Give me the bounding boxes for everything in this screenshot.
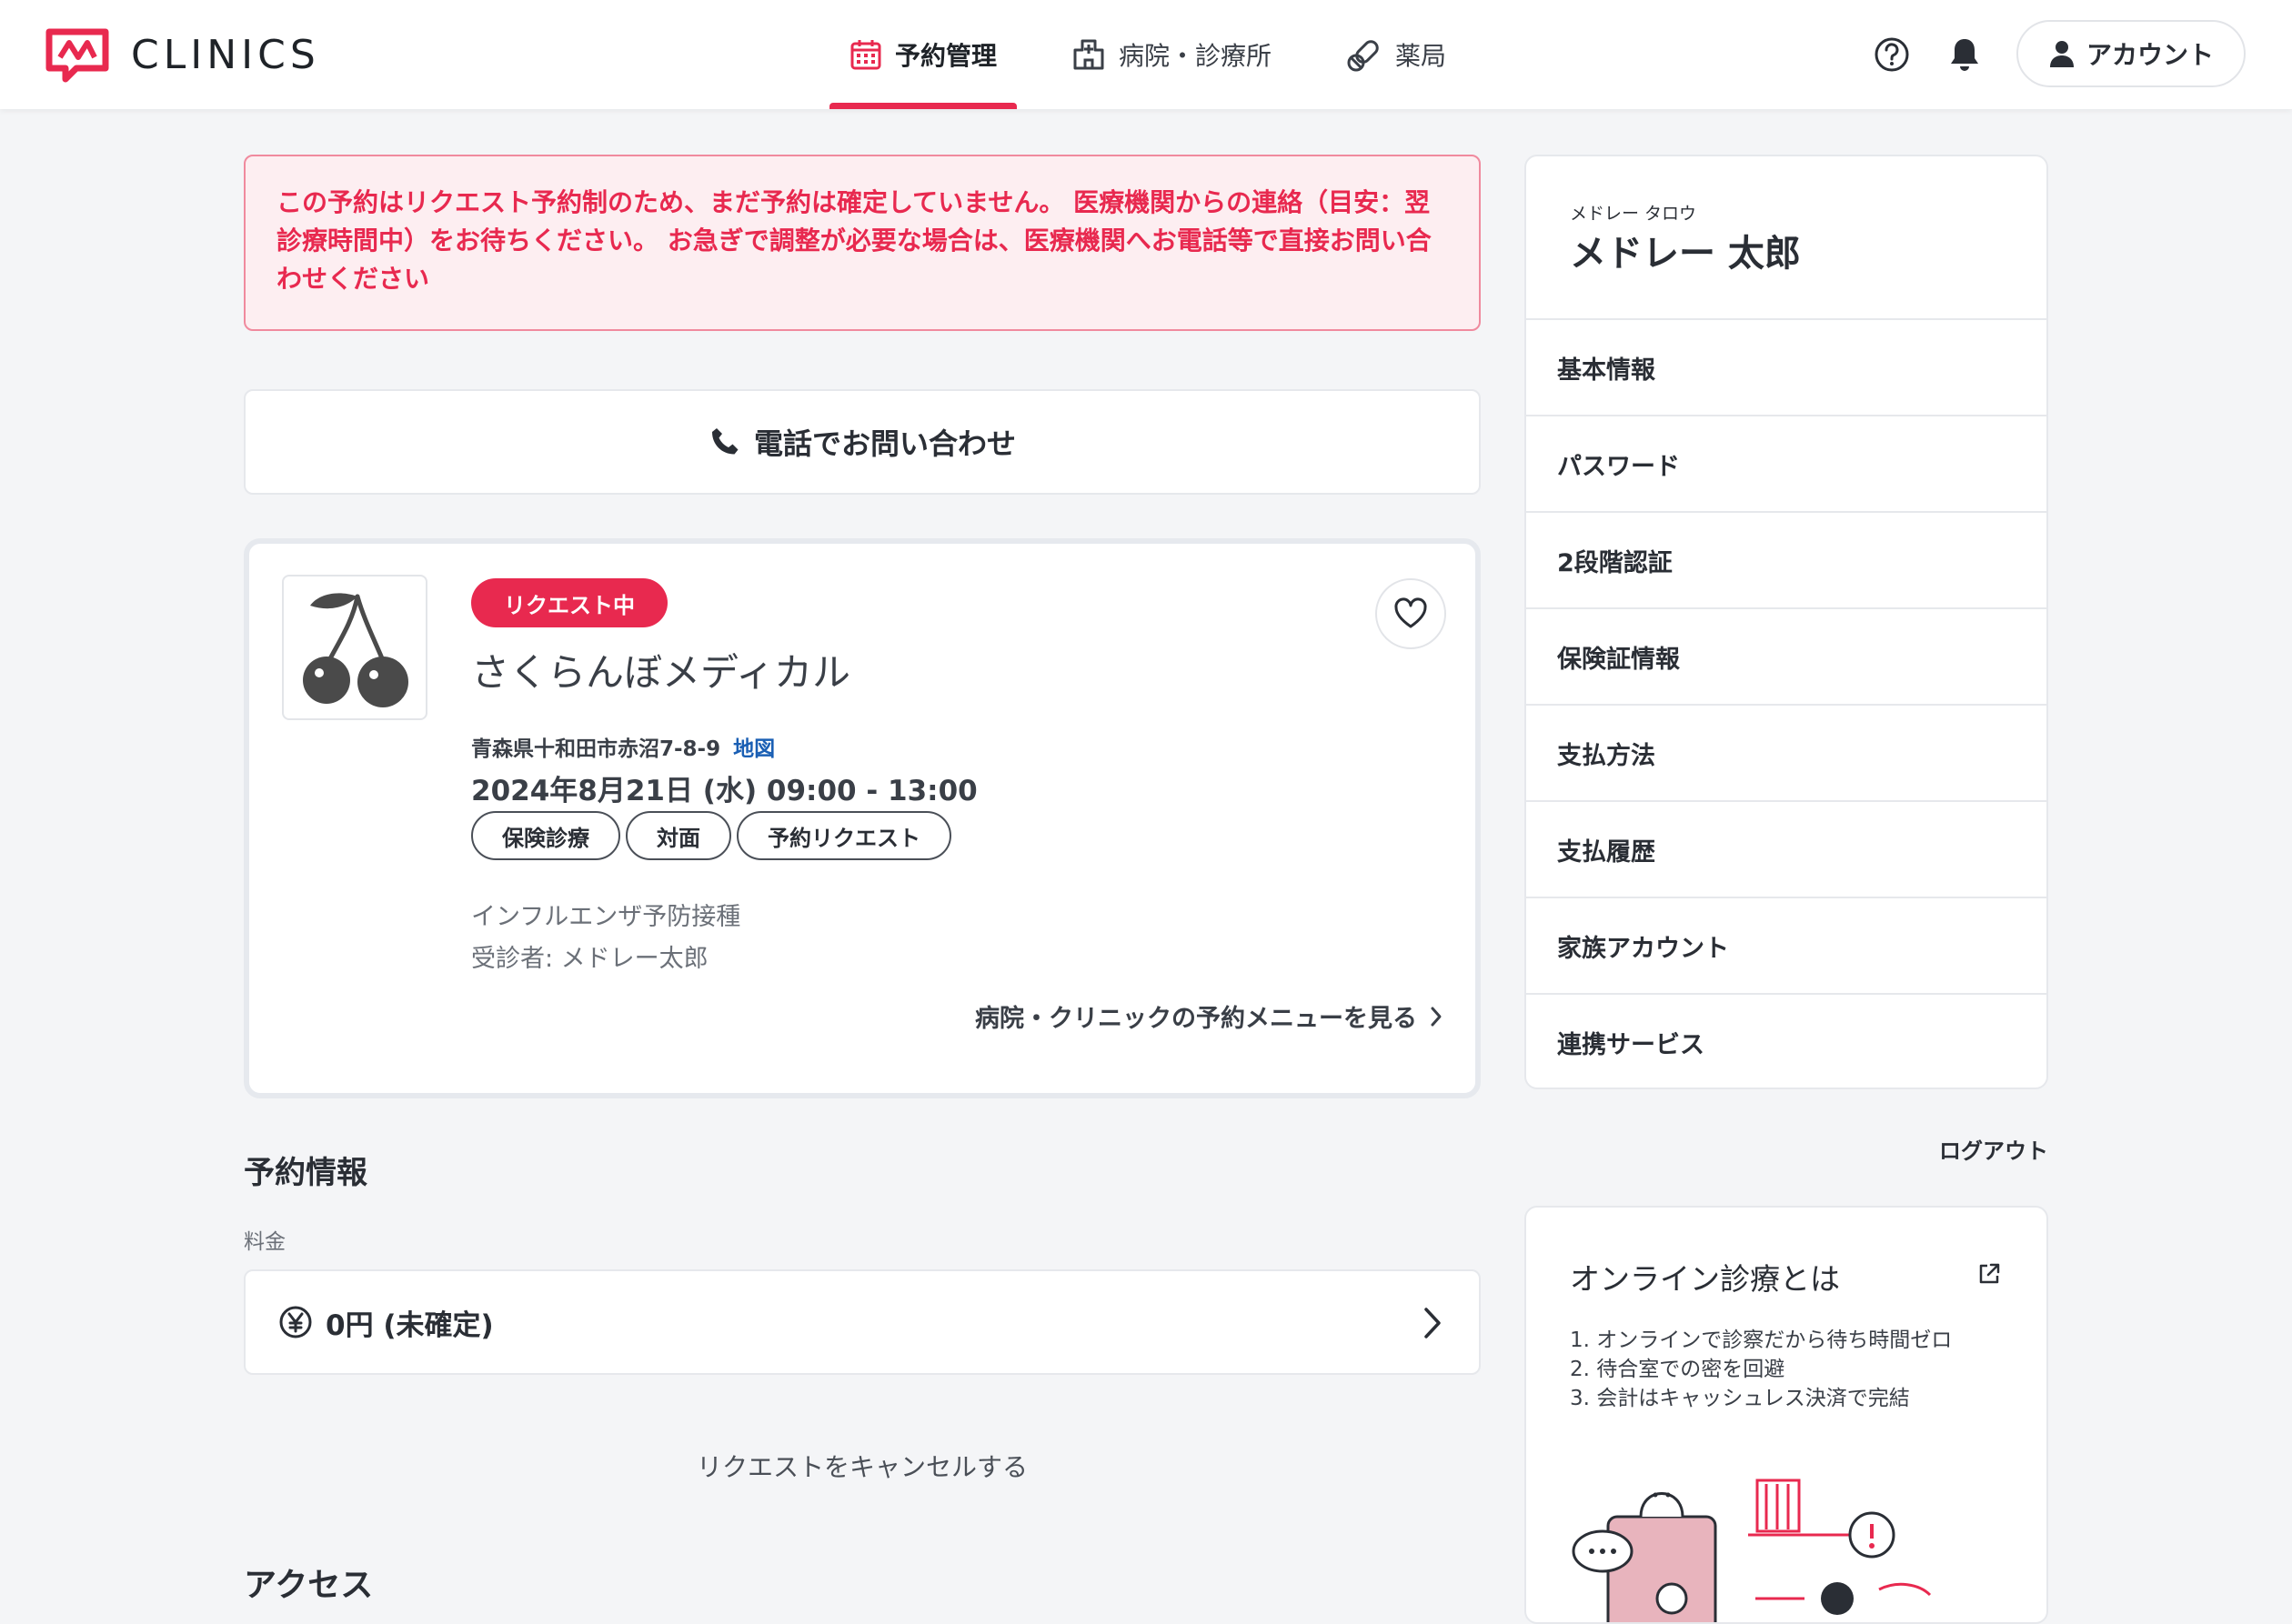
- online-consultation-card[interactable]: オンライン診療とは 1. オンラインで診察だから待ち時間ゼロ 2. 待合室での密…: [1524, 1206, 2048, 1624]
- phone-icon: [711, 428, 739, 455]
- nav-hospitals[interactable]: 病院・診療所: [1051, 0, 1292, 109]
- fee-label: 料金: [244, 1230, 286, 1254]
- tag-in-person: 対面: [626, 811, 731, 860]
- sidebar-item-family-account[interactable]: 家族アカウント: [1526, 898, 2046, 995]
- clinic-menu-link[interactable]: 病院・クリニックの予約メニューを見る: [975, 998, 1443, 1034]
- profile-header: メドレー タロウ メドレー 太郎: [1526, 156, 2046, 320]
- phone-inquiry-button[interactable]: 電話でお問い合わせ: [244, 389, 1481, 495]
- online-consultation-title: オンライン診療とは: [1570, 1261, 1840, 1297]
- reservation-card: リクエスト中 さくらんぼメディカル 青森県十和田市赤沼7-8-9 地図 2024年…: [244, 538, 1481, 1098]
- sidebar-item-basic-info[interactable]: 基本情報: [1526, 320, 2046, 416]
- chevron-right-icon: [1431, 1007, 1442, 1026]
- favorite-button[interactable]: [1375, 578, 1446, 649]
- profile-card: メドレー タロウ メドレー 太郎 基本情報 パスワード 2段階認証 保険証情報 …: [1524, 155, 2048, 1089]
- fee-row[interactable]: 0円 (未確定): [244, 1269, 1481, 1375]
- pill-icon: [1347, 40, 1379, 72]
- online-consultation-list: 1. オンラインで診察だから待ち時間ゼロ 2. 待合室での密を回避 3. 会計は…: [1570, 1326, 1952, 1413]
- clinics-logo[interactable]: CLINICS: [44, 25, 320, 84]
- tag-insurance: 保険診療: [471, 811, 620, 860]
- user-icon: [2049, 41, 2074, 67]
- phone-inquiry-label: 電話でお問い合わせ: [753, 426, 1016, 461]
- address-text: 青森県十和田市赤沼7-8-9: [471, 737, 721, 761]
- booking-info-title: 予約情報: [244, 1155, 367, 1191]
- nav-label-reservations: 予約管理: [895, 41, 998, 71]
- list-item: 2. 待合室での密を回避: [1570, 1358, 1785, 1381]
- list-item: 1. オンラインで診察だから待ち時間ゼロ: [1570, 1328, 1953, 1352]
- hospital-icon: [1073, 39, 1104, 70]
- fee-value: 0円 (未確定): [326, 1308, 494, 1342]
- sidebar-item-password[interactable]: パスワード: [1526, 416, 2046, 513]
- nav-label-hospitals: 病院・診療所: [1119, 41, 1272, 71]
- main-nav: 予約管理 病院・診療所 薬局: [829, 0, 1501, 109]
- alert-text: この予約はリクエスト予約制のため、まだ予約は確定していません。 医療機関からの連…: [276, 187, 1432, 294]
- external-link-icon[interactable]: [1977, 1262, 2001, 1286]
- help-icon[interactable]: [1872, 35, 1912, 75]
- access-title: アクセス: [244, 1567, 374, 1604]
- nav-reservations[interactable]: 予約管理: [829, 0, 1018, 109]
- nav-label-pharmacy: 薬局: [1395, 41, 1447, 71]
- sidebar-item-payment-history[interactable]: 支払履歴: [1526, 802, 2046, 898]
- reservation-datetime: 2024年8月21日 (水) 09:00 - 13:00: [471, 775, 978, 807]
- logo-text: CLINICS: [131, 31, 320, 78]
- sidebar-item-insurance-card[interactable]: 保険証情報: [1526, 609, 2046, 706]
- status-badge: リクエスト中: [471, 578, 668, 627]
- reservation-menu: インフルエンザ予防接種: [471, 903, 741, 931]
- yen-icon: [279, 1306, 312, 1338]
- bell-icon[interactable]: [1945, 35, 1985, 75]
- sidebar-item-payment-method[interactable]: 支払方法: [1526, 706, 2046, 802]
- tag-request: 予約リクエスト: [737, 811, 951, 860]
- chevron-right-icon: [1424, 1308, 1441, 1338]
- clinic-address: 青森県十和田市赤沼7-8-9 地図: [471, 731, 775, 762]
- account-button[interactable]: アカウント: [2016, 20, 2246, 87]
- list-item: 3. 会計はキャッシュレス決済で完結: [1570, 1387, 1910, 1410]
- logout-link[interactable]: ログアウト: [1524, 1133, 2048, 1165]
- sidebar-item-two-factor[interactable]: 2段階認証: [1526, 513, 2046, 609]
- sidebar-item-linked-services[interactable]: 連携サービス: [1526, 995, 2046, 1088]
- clinic-image: [282, 575, 427, 720]
- profile-name: メドレー 太郎: [1570, 233, 1801, 275]
- cancel-request-link[interactable]: リクエストをキャンセルする: [244, 1448, 1481, 1484]
- account-label: アカウント: [2086, 40, 2214, 70]
- request-pending-alert: この予約はリクエスト予約制のため、まだ予約は確定していません。 医療機関からの連…: [244, 155, 1481, 331]
- calendar-icon: [850, 40, 881, 70]
- clinic-menu-link-label: 病院・クリニックの予約メニューを見る: [975, 1005, 1417, 1033]
- profile-kana: メドレー タロウ: [1570, 204, 1697, 224]
- patient-name: 受診者: メドレー太郎: [471, 945, 709, 973]
- clinics-logo-icon: [45, 28, 109, 83]
- reservation-tags: 保険診療 対面 予約リクエスト: [471, 811, 957, 860]
- top-header: CLINICS 予約管理 病院・診療所 薬局 アカウント: [0, 0, 2292, 109]
- heart-icon: [1394, 597, 1427, 628]
- online-consultation-illustration: [1572, 1479, 1932, 1622]
- map-link[interactable]: 地図: [733, 737, 775, 761]
- cherry-icon: [303, 593, 408, 707]
- clinic-name[interactable]: さくらんぼメディカル: [471, 642, 850, 697]
- nav-pharmacy[interactable]: 薬局: [1326, 0, 1466, 109]
